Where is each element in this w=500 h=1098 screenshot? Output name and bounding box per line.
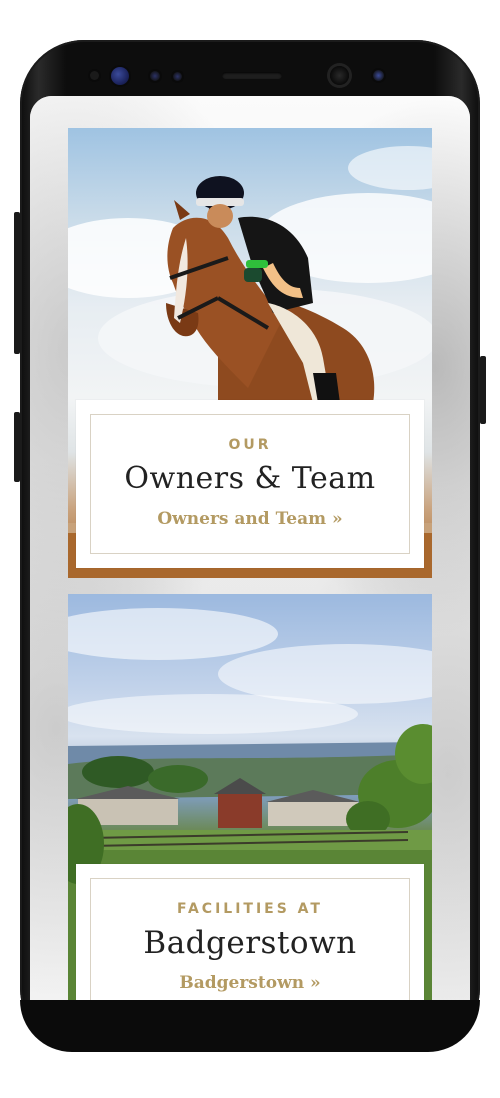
card-caption-panel: FACILITIES AT Badgerstown Badgerstown » (76, 864, 424, 1000)
iris-scanner-icon (111, 67, 129, 85)
card-facilities[interactable]: FACILITIES AT Badgerstown Badgerstown » (68, 594, 432, 1000)
phone-bottom-bezel (20, 1000, 480, 1052)
phone-screen: OUR Owners & Team Owners and Team » FACI… (30, 96, 470, 1000)
owners-team-link[interactable]: Owners and Team » (91, 509, 409, 529)
light-sensor-icon (150, 71, 160, 81)
led-indicator-icon (173, 72, 182, 81)
card-title: Owners & Team (124, 461, 376, 496)
card-owners-team[interactable]: OUR Owners & Team Owners and Team » (68, 128, 432, 578)
card-eyebrow: OUR (228, 437, 272, 453)
card-caption-panel: OUR Owners & Team Owners and Team » (76, 400, 424, 568)
proximity-sensor-icon (90, 71, 99, 80)
secondary-camera-icon (373, 70, 384, 81)
card-title: Badgerstown (143, 925, 357, 961)
front-camera-icon (330, 66, 349, 85)
caption-frame: OUR Owners & Team Owners and Team » (90, 414, 410, 554)
caption-frame: FACILITIES AT Badgerstown Badgerstown » (90, 878, 410, 1000)
device-mockup: OUR Owners & Team Owners and Team » FACI… (0, 0, 500, 1098)
card-eyebrow: FACILITIES AT (177, 901, 323, 917)
power-button (480, 356, 486, 424)
badgerstown-link[interactable]: Badgerstown » (91, 973, 409, 993)
earpiece-speaker (222, 72, 282, 79)
